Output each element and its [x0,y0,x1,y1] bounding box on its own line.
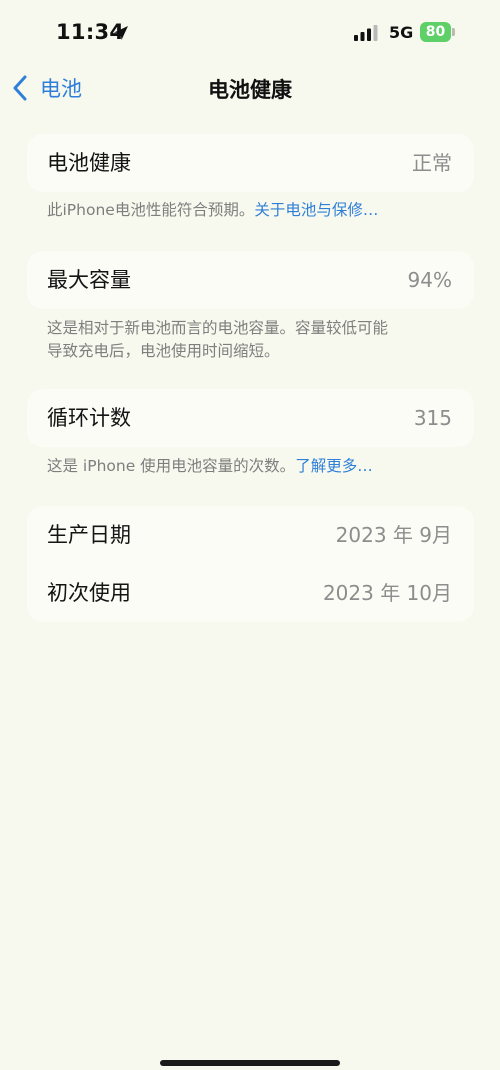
battery-warranty-link[interactable]: 关于电池与保修… [254,201,378,219]
max-capacity-row: 最大容量 94% [27,251,474,309]
home-indicator[interactable] [160,1060,340,1066]
max-capacity-label: 最大容量 [47,268,131,292]
battery-health-footnote: 此iPhone电池性能符合预期。关于电池与保修… [47,199,467,222]
battery-icon: 80 [420,22,456,42]
battery-health-footnote-text: 此iPhone电池性能符合预期。 [47,201,255,219]
network-type-label: 5G [389,23,414,42]
battery-health-value: 正常 [412,151,452,175]
cycle-count-footnote-text: 这是 iPhone 使用电池容量的次数。 [47,457,296,475]
location-arrow-icon [114,26,128,40]
cellular-signal-icon [354,25,378,41]
cycle-count-footnote: 这是 iPhone 使用电池容量的次数。了解更多… [47,455,467,478]
cycle-count-value: 315 [413,406,452,430]
max-capacity-card: 最大容量 94% [27,251,474,309]
battery-health-label: 电池健康 [47,151,131,175]
battery-health-row: 电池健康 正常 [27,134,474,192]
battery-cap [452,28,455,36]
manufacture-date-row: 生产日期 2023 年 9月 [27,506,474,564]
learn-more-link[interactable]: 了解更多… [295,457,373,475]
manufacture-date-value: 2023 年 9月 [335,523,452,547]
battery-percent: 80 [425,24,446,40]
cycle-count-row: 循环计数 315 [27,389,474,447]
manufacture-date-label: 生产日期 [47,523,131,547]
cycle-count-card: 循环计数 315 [27,389,474,447]
battery-health-card: 电池健康 正常 [27,134,474,192]
first-use-label: 初次使用 [47,581,131,605]
dates-card: 生产日期 2023 年 9月 初次使用 2023 年 10月 [27,506,474,622]
max-capacity-footnote-line-2: 导致充电后，电池使用时间缩短。 [47,342,280,360]
cycle-count-label: 循环计数 [47,406,131,430]
status-bar: 11:34 5G 80 [0,0,500,62]
max-capacity-footnote: 这是相对于新电池而言的电池容量。容量较低可能 导致充电后，电池使用时间缩短。 [47,317,467,363]
max-capacity-value: 94% [407,268,452,292]
first-use-value: 2023 年 10月 [322,581,452,605]
max-capacity-footnote-line-1: 这是相对于新电池而言的电池容量。容量较低可能 [47,319,389,337]
page-title: 电池健康 [208,78,292,102]
first-use-row: 初次使用 2023 年 10月 [27,564,474,622]
